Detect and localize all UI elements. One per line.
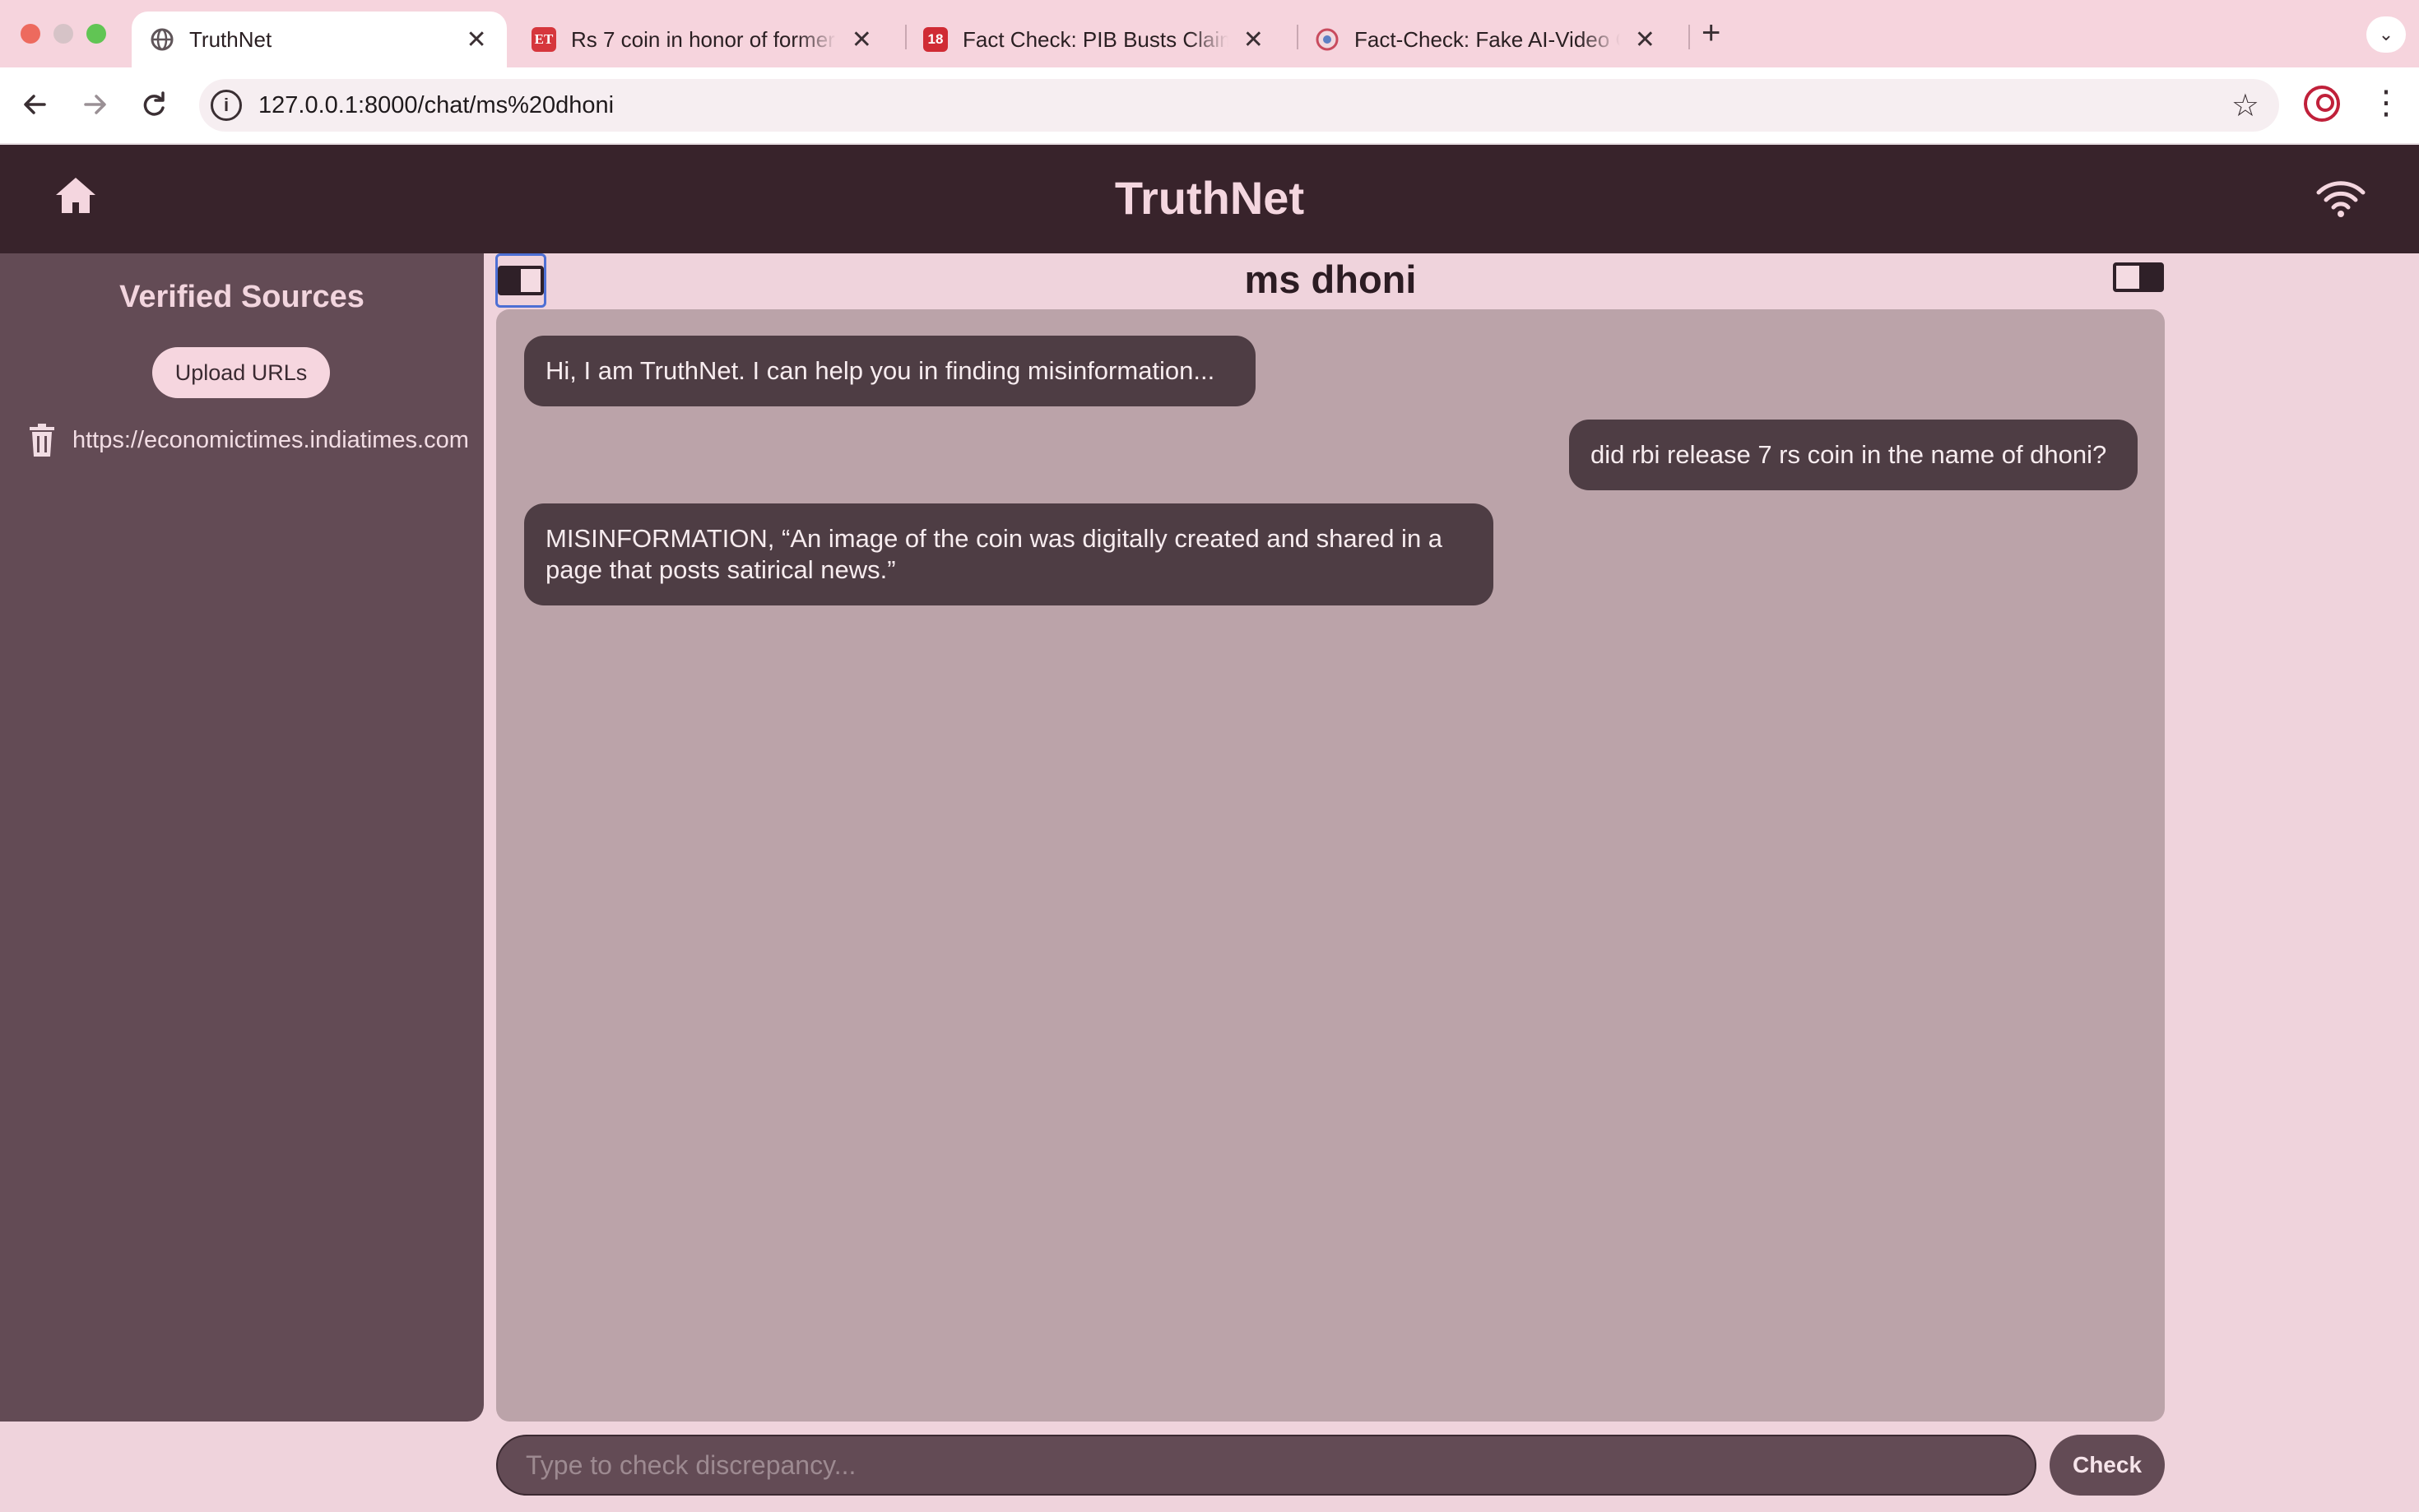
check-button[interactable]: Check bbox=[2050, 1435, 2165, 1496]
window-minimize-button[interactable] bbox=[53, 24, 73, 44]
address-bar[interactable]: i 127.0.0.1:8000/chat/ms%20dhoni ☆ bbox=[199, 79, 2279, 132]
address-url[interactable]: 127.0.0.1:8000/chat/ms%20dhoni bbox=[258, 92, 614, 119]
back-arrow-icon[interactable] bbox=[15, 84, 56, 125]
tab-search-button[interactable]: ⌄ bbox=[2366, 16, 2406, 53]
forward-arrow-icon[interactable] bbox=[74, 84, 115, 125]
chat-input-container bbox=[496, 1435, 2036, 1496]
chat-title: ms dhoni bbox=[1244, 257, 1417, 301]
tab-separator bbox=[1688, 25, 1690, 49]
app-header: TruthNet bbox=[0, 145, 2419, 253]
bookmark-star-icon[interactable]: ☆ bbox=[2231, 87, 2259, 124]
chat-panel: Hi, I am TruthNet. I can help you in fin… bbox=[496, 309, 2165, 1422]
browser-toolbar: i 127.0.0.1:8000/chat/ms%20dhoni ☆ ⋮ bbox=[0, 67, 2419, 145]
browser-tab-factcheck[interactable]: Fact-Check: Fake AI-Video Cl ✕ bbox=[1297, 12, 1675, 67]
browser-tab-truthnet[interactable]: TruthNet ✕ bbox=[132, 12, 507, 67]
tab-title: TruthNet bbox=[189, 26, 272, 52]
et-favicon-icon: ET bbox=[532, 27, 556, 52]
browser-tab-et[interactable]: ET Rs 7 coin in honor of former India ca… bbox=[513, 12, 892, 67]
app-title: TruthNet bbox=[1114, 172, 1305, 224]
browser-tab-news18[interactable]: 18 Fact Check: PIB Busts Claims ✕ bbox=[905, 12, 1284, 67]
profile-avatar-icon[interactable] bbox=[2304, 86, 2340, 122]
wifi-icon[interactable] bbox=[2315, 178, 2366, 219]
source-item: https://economictimes.indiatimes.com bbox=[28, 420, 484, 461]
tab-title: Fact-Check: Fake AI-Video Cl bbox=[1354, 26, 1620, 52]
panel-toggle-icon[interactable] bbox=[2113, 262, 2166, 295]
verified-sources-sidebar: Verified Sources Upload URLs https://eco… bbox=[0, 253, 484, 1422]
news18-favicon-icon: 18 bbox=[923, 27, 948, 52]
upload-urls-button[interactable]: Upload URLs bbox=[152, 347, 330, 398]
close-tab-icon[interactable]: ✕ bbox=[1633, 26, 1657, 54]
globe-icon bbox=[150, 27, 174, 52]
window-maximize-button[interactable] bbox=[86, 24, 106, 44]
source-url[interactable]: https://economictimes.indiatimes.com bbox=[72, 427, 484, 454]
trash-icon[interactable] bbox=[28, 424, 56, 457]
tab-title: Rs 7 coin in honor of former India capta… bbox=[571, 26, 837, 52]
browser-tab-bar: TruthNet ✕ ET Rs 7 coin in honor of form… bbox=[0, 0, 2419, 67]
close-tab-icon[interactable]: ✕ bbox=[1242, 26, 1265, 54]
close-tab-icon[interactable]: ✕ bbox=[850, 26, 874, 54]
bot-message: MISINFORMATION, “An image of the coin wa… bbox=[524, 503, 1493, 605]
site-info-icon[interactable]: i bbox=[211, 90, 242, 121]
chat-input[interactable] bbox=[498, 1436, 2035, 1494]
user-message: did rbi release 7 rs coin in the name of… bbox=[1569, 420, 2138, 490]
bot-message: Hi, I am TruthNet. I can help you in fin… bbox=[524, 336, 1256, 406]
window-close-button[interactable] bbox=[21, 24, 40, 44]
seal-icon bbox=[1315, 27, 1340, 52]
tab-title: Fact Check: PIB Busts Claims bbox=[963, 26, 1228, 52]
close-tab-icon[interactable]: ✕ bbox=[464, 26, 489, 54]
browser-menu-icon[interactable]: ⋮ bbox=[2370, 82, 2403, 123]
reload-icon[interactable] bbox=[133, 84, 174, 125]
new-tab-button[interactable]: + bbox=[1702, 15, 1720, 52]
sidebar-title: Verified Sources bbox=[119, 280, 364, 314]
